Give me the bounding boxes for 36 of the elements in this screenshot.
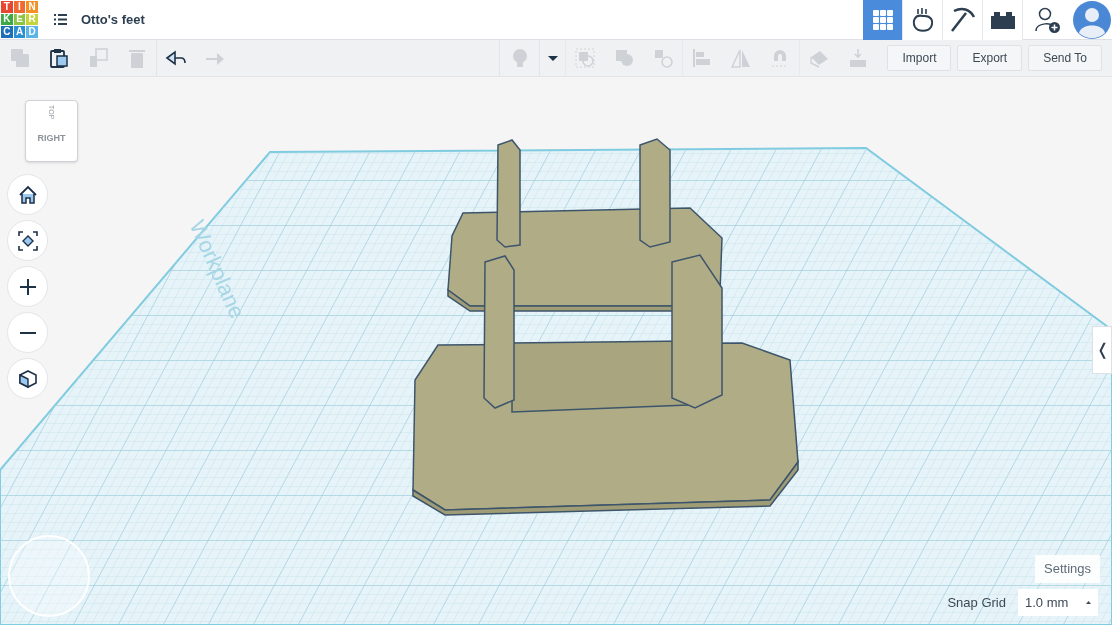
copy-icon [8,47,31,69]
home-view-button[interactable] [7,174,48,215]
perspective-button[interactable] [7,358,48,399]
snap-grid-label: Snap Grid [947,593,1006,612]
cube-face-label: RIGHT [37,131,66,145]
caret-icon [1086,601,1091,604]
minus-icon [19,331,36,334]
cube-icon [16,367,39,390]
toolbar-action-button[interactable]: Export [957,45,1023,71]
avatar-icon[interactable] [1073,0,1111,39]
group-icon [574,47,597,69]
design-title[interactable]: Otto's feet [81,9,145,30]
toolbar-action-button[interactable]: Send To [1028,45,1102,71]
menu-icon[interactable] [54,14,67,25]
side-panel-toggle[interactable]: ❬ [1092,326,1112,374]
fit-view-button[interactable] [7,220,48,261]
snap-grid-value: 1.0 mm [1025,593,1070,612]
snap-grid-dropdown[interactable]: 1.0 mm [1018,589,1098,616]
tinkercad-logo[interactable]: T I N K E R C A D [1,1,38,38]
brick-icon [990,10,1015,29]
add-user-icon[interactable] [1035,5,1061,34]
view-mode-tab[interactable] [943,0,983,40]
view-mode-tab[interactable] [983,0,1023,40]
mirror-icon [729,47,752,69]
grid-icon [872,9,893,30]
toolbar-action-button[interactable]: Import [887,45,952,71]
pickaxe-icon [949,6,976,33]
settings-button[interactable]: Settings [1035,555,1100,583]
fit-view-icon [16,229,39,252]
caret-icon [547,55,558,61]
zoom-out-button[interactable] [7,312,48,353]
orbit-control[interactable] [8,535,90,617]
zoom-in-button[interactable] [7,266,48,307]
clipboard-icon [47,47,70,69]
view-mode-tab[interactable] [903,0,943,40]
apple-drop-icon [910,6,935,33]
